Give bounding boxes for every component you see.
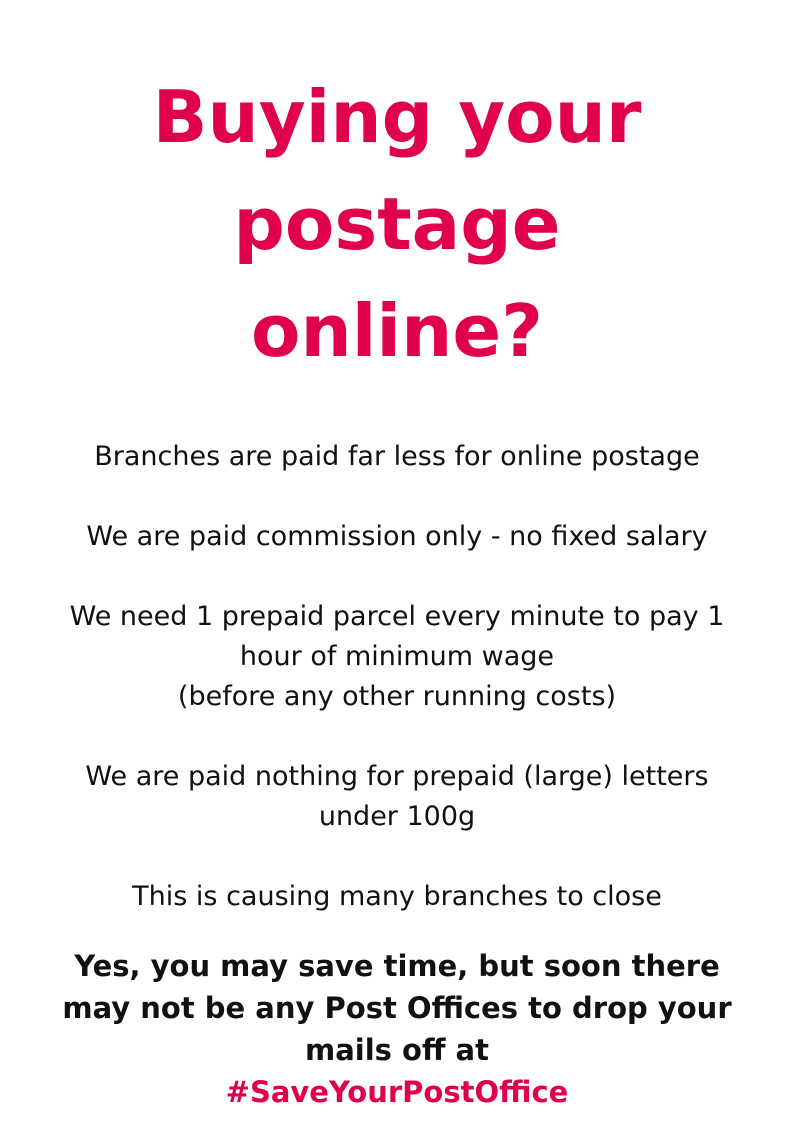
info-point-line: This is causing many branches to close xyxy=(132,881,662,912)
info-point-line: (before any other running costs) xyxy=(177,681,617,712)
title-line: online? xyxy=(251,289,543,373)
callout-line: Yes, you may save time, but soon there xyxy=(74,949,720,983)
campaign-hashtag: #SaveYourPostOffice xyxy=(225,1075,569,1109)
info-point-parcel-rate: We need 1 prepaid parcel every minute to… xyxy=(32,597,762,717)
title-line: postage xyxy=(233,182,561,266)
info-point-line: We are paid nothing for prepaid (large) … xyxy=(85,761,709,792)
info-points: Branches are paid far less for online po… xyxy=(32,437,762,917)
info-point-line: under 100g xyxy=(318,801,476,832)
info-point-closures: This is causing many branches to close xyxy=(32,877,762,917)
title-line: Buying your xyxy=(152,75,642,159)
info-point-line: hour of minimum wage xyxy=(239,641,555,672)
info-point-line: Branches are paid far less for online po… xyxy=(94,441,700,472)
poster-page: Buying your postage online? Branches are… xyxy=(0,0,794,1123)
info-point-letters: We are paid nothing for prepaid (large) … xyxy=(32,757,762,837)
info-point-line: We need 1 prepaid parcel every minute to… xyxy=(69,601,725,632)
callout-line: mails off at xyxy=(305,1033,489,1067)
callout-message: Yes, you may save time, but soon there m… xyxy=(32,945,762,1113)
info-point-online-pay: Branches are paid far less for online po… xyxy=(32,437,762,477)
poster-title: Buying your postage online? xyxy=(32,0,762,385)
info-point-commission: We are paid commission only - no fixed s… xyxy=(32,517,762,557)
info-point-line: We are paid commission only - no fixed s… xyxy=(86,521,708,552)
callout-line: may not be any Post Offices to drop your xyxy=(62,991,732,1025)
